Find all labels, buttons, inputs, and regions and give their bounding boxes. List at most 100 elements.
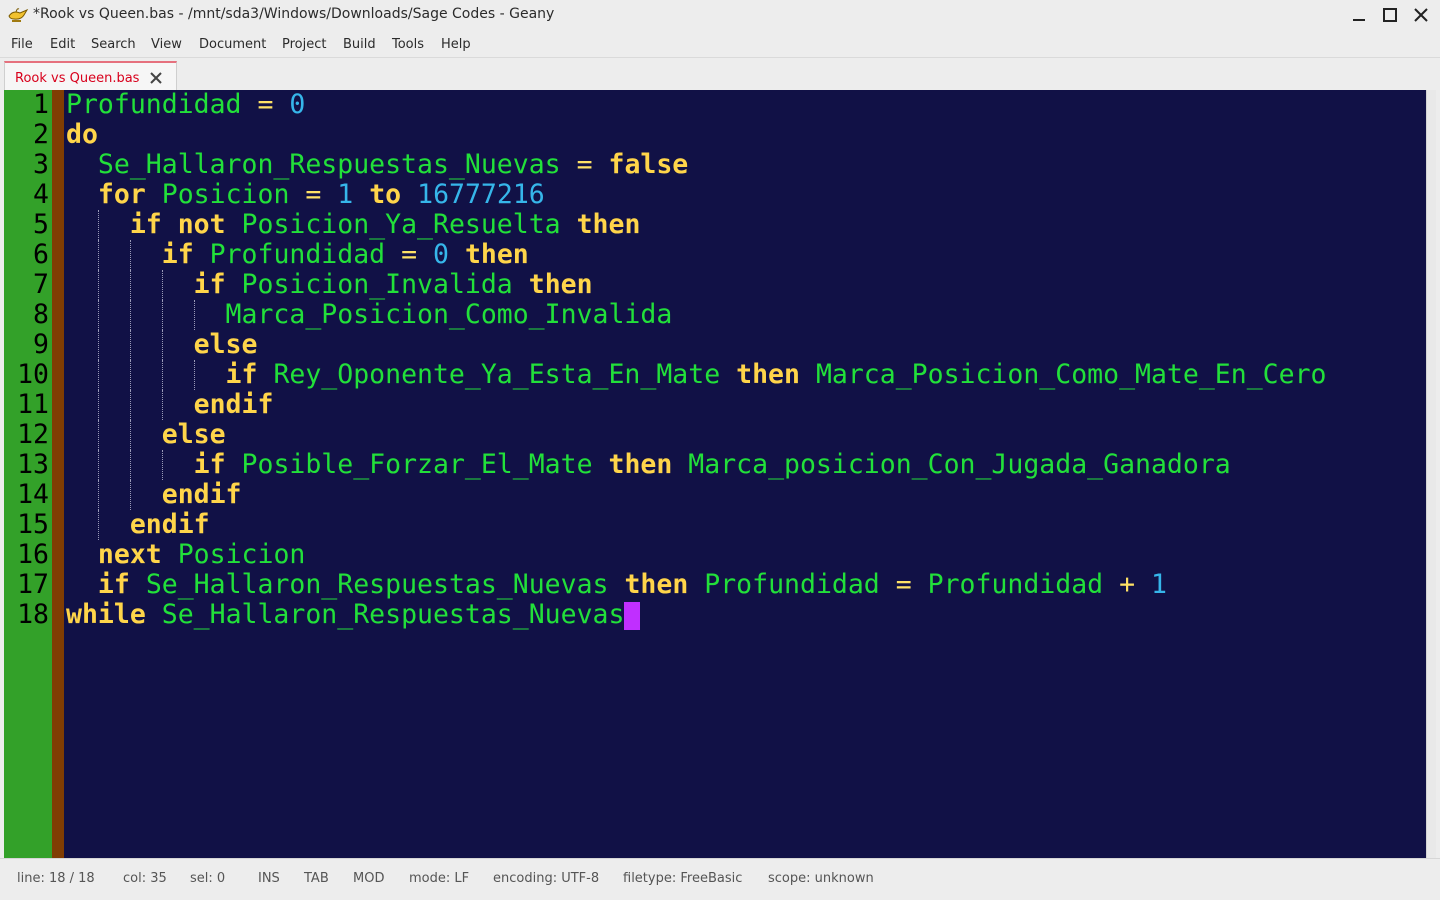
identifier-token: Posicion xyxy=(177,539,306,570)
code-line[interactable]: if Profundidad = 0 then xyxy=(66,240,529,270)
operator-token: + xyxy=(1103,569,1152,600)
status-scope: scope: unknown xyxy=(768,871,874,886)
keyword-token: then xyxy=(528,269,593,300)
document-tab-bar: Rook vs Queen.bas xyxy=(0,58,1440,90)
identifier-token: Posicion_Invalida xyxy=(241,269,513,300)
code-line[interactable]: if Posible_Forzar_El_Mate then Marca_pos… xyxy=(66,450,1231,480)
identifier-token: Posicion_Ya_Resuelta xyxy=(241,209,561,240)
close-icon[interactable] xyxy=(1410,4,1432,26)
keyword-token: if xyxy=(193,269,226,300)
number-token: 1 xyxy=(1151,569,1167,600)
line-number: 14 xyxy=(17,479,49,510)
menu-tools[interactable]: Tools xyxy=(392,37,424,52)
number-token: 0 xyxy=(433,239,449,270)
code-line[interactable]: if Rey_Oponente_Ya_Esta_En_Mate then Mar… xyxy=(66,359,1327,390)
keyword-token: endif xyxy=(193,389,274,420)
identifier-token: Marca_Posicion_Como_Mate_En_Cero xyxy=(815,359,1327,390)
minimize-icon[interactable] xyxy=(1348,4,1370,26)
code-line[interactable]: endif xyxy=(66,389,274,420)
text-caret xyxy=(624,602,640,630)
line-number: 16 xyxy=(17,539,49,570)
keyword-token: if not xyxy=(129,209,226,240)
code-line[interactable]: do xyxy=(66,120,98,150)
line-number: 6 xyxy=(33,239,49,270)
menu-build[interactable]: Build xyxy=(343,37,376,52)
line-number: 7 xyxy=(33,269,49,300)
identifier-token: Se_Hallaron_Respuestas_Nuevas xyxy=(97,149,561,180)
maximize-icon[interactable] xyxy=(1379,4,1401,26)
keyword-token: if xyxy=(193,449,226,480)
fold-margin[interactable] xyxy=(52,90,64,858)
line-number: 18 xyxy=(17,599,49,630)
keyword-token: to xyxy=(369,179,402,210)
keyword-token: then xyxy=(608,449,673,480)
code-line[interactable]: next Posicion xyxy=(66,540,305,570)
keyword-token: then xyxy=(576,209,641,240)
identifier-token: Rey_Oponente_Ya_Esta_En_Mate xyxy=(273,359,721,390)
menu-edit[interactable]: Edit xyxy=(50,37,75,52)
status-filetype: filetype: FreeBasic xyxy=(623,871,743,886)
status-line: line: 18 / 18 xyxy=(17,871,95,886)
menu-view[interactable]: View xyxy=(151,37,182,52)
menu-project[interactable]: Project xyxy=(282,37,326,52)
vertical-scrollbar[interactable] xyxy=(1426,90,1436,858)
operator-token: = xyxy=(560,149,609,180)
code-line[interactable]: endif xyxy=(66,480,242,510)
operator-token: = xyxy=(385,239,433,270)
code-line[interactable]: else xyxy=(66,329,258,360)
code-line[interactable]: while Se_Hallaron_Respuestas_Nuevas xyxy=(66,600,624,630)
code-line[interactable]: for Posicion = 1 to 16777216 xyxy=(66,180,545,210)
identifier-token: Se_Hallaron_Respuestas_Nuevas xyxy=(161,599,625,630)
menu-help[interactable]: Help xyxy=(441,37,471,52)
line-number: 10 xyxy=(17,359,49,390)
line-number: 13 xyxy=(17,449,49,480)
code-line[interactable]: Marca_Posicion_Como_Invalida xyxy=(66,300,673,330)
code-line[interactable]: Profundidad = 0 xyxy=(66,90,305,120)
code-line[interactable]: endif xyxy=(66,510,210,540)
identifier-token: Profundidad xyxy=(209,239,386,270)
tab-close-icon[interactable] xyxy=(149,71,163,85)
line-number: 11 xyxy=(17,389,49,420)
code-line[interactable]: Se_Hallaron_Respuestas_Nuevas = false xyxy=(66,150,688,180)
code-line[interactable]: if not Posicion_Ya_Resuelta then xyxy=(66,209,641,240)
identifier-token: Posicion xyxy=(161,179,290,210)
identifier-token: Posible_Forzar_El_Mate xyxy=(241,449,593,480)
status-mod: MOD xyxy=(353,871,385,886)
code-line[interactable]: if Se_Hallaron_Respuestas_Nuevas then Pr… xyxy=(66,570,1167,600)
code-line[interactable]: if Posicion_Invalida then xyxy=(66,270,593,300)
tab-label: Rook vs Queen.bas xyxy=(15,71,140,86)
line-number: 8 xyxy=(33,299,49,330)
code-editor[interactable]: 1 2 3 4 5 6 7 8 9 10 11 12 13 14 15 16 17 18 Profundidad … xyxy=(4,90,1436,858)
title-bar: *Rook vs Queen.bas - /mnt/sda3/Windows/D… xyxy=(0,0,1440,30)
menu-search[interactable]: Search xyxy=(91,37,136,52)
code-line[interactable]: else xyxy=(66,420,226,450)
keyword-token: if xyxy=(225,359,258,390)
identifier-token: Profundidad xyxy=(927,569,1104,600)
tab-rook-vs-queen[interactable]: Rook vs Queen.bas xyxy=(4,61,177,90)
menu-document[interactable]: Document xyxy=(199,37,266,52)
status-bar: line: 18 / 18 col: 35 sel: 0 INS TAB MOD… xyxy=(0,858,1440,900)
menu-file[interactable]: File xyxy=(11,37,33,52)
